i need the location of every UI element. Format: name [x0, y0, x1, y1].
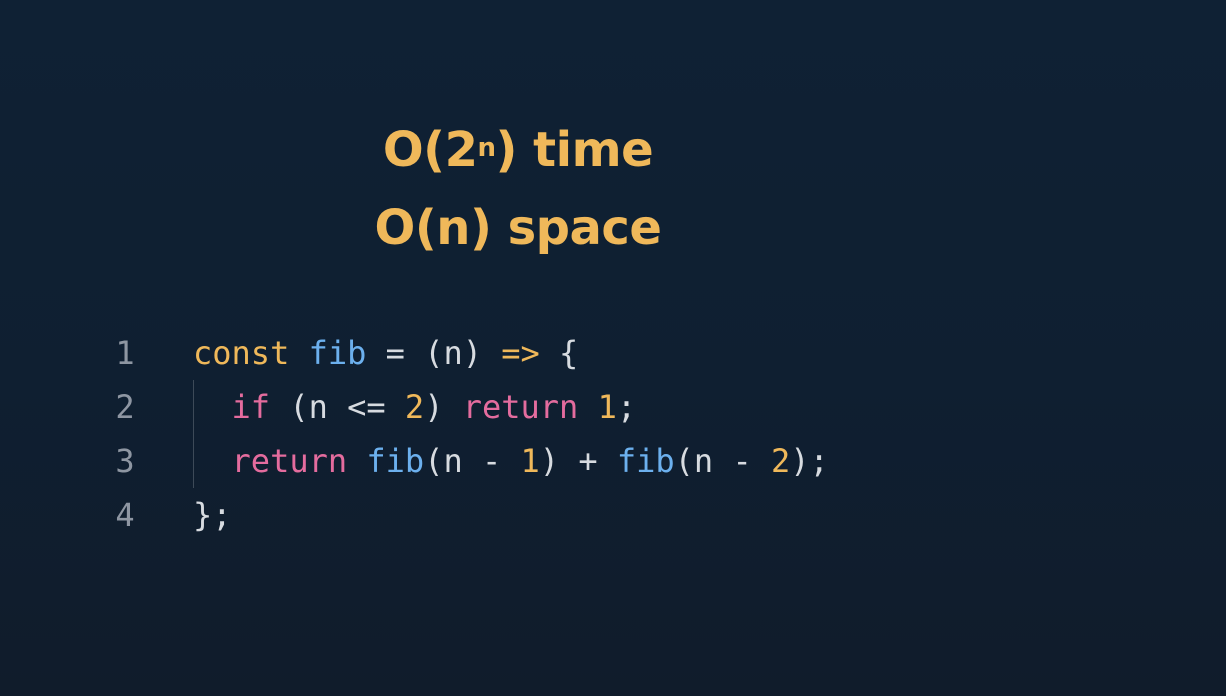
code-token: 1	[597, 388, 617, 426]
code-text: };	[193, 488, 232, 542]
code-text: const fib = (n) => {	[193, 326, 578, 380]
code-token: n	[443, 334, 463, 372]
code-token: = (	[366, 334, 444, 372]
code-text: if (n <= 2) return 1;	[193, 380, 637, 434]
code-token: 2	[770, 442, 791, 480]
code-token: };	[193, 496, 232, 534]
code-token: );	[790, 442, 829, 480]
line-number: 1	[115, 334, 135, 372]
code-token: return	[231, 442, 348, 480]
code-token: ;	[616, 388, 637, 426]
code-token: (n -	[674, 442, 771, 480]
time-complexity-heading: O(2n) time	[0, 120, 1036, 180]
code-token: ) +	[539, 442, 617, 480]
code-token: =>	[501, 334, 540, 372]
line-number: 4	[115, 496, 135, 534]
code-token: return	[462, 388, 579, 426]
code-token: (n -	[424, 442, 521, 480]
line-number: 2	[115, 388, 135, 426]
time-complexity-suffix: ) time	[495, 122, 654, 178]
code-token: )	[462, 334, 502, 372]
code-token: fib	[308, 334, 367, 372]
code-token: fib	[366, 442, 425, 480]
code-token: {	[539, 334, 579, 372]
code-token: if	[231, 388, 271, 426]
code-token: 2	[404, 388, 425, 426]
time-complexity-exponent: n	[477, 133, 497, 163]
space-complexity-heading: O(n) space	[374, 200, 662, 256]
code-token: 1	[520, 442, 540, 480]
code-token: const	[193, 334, 290, 372]
line-number: 3	[115, 442, 135, 480]
code-text: return fib(n - 1) + fib(n - 2);	[193, 434, 829, 488]
video-frame: O(2n) time O(n) space 1 const fib = (n) =…	[0, 0, 1226, 696]
code-token: (n <=	[270, 388, 405, 426]
time-complexity-prefix: O(2	[382, 122, 478, 178]
code-token: fib	[616, 442, 675, 480]
code-token: )	[424, 388, 463, 426]
